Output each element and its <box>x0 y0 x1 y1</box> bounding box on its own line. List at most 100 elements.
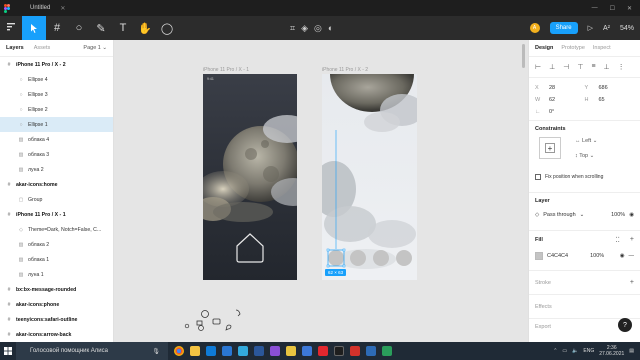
frame2-label[interactable]: iPhone 11 Pro / X - 2 <box>322 67 368 73</box>
layer-row[interactable]: # akar-icons:phone <box>0 297 113 312</box>
iphone-frame-1[interactable]: 9:41 <box>203 74 297 280</box>
tab-untitled[interactable]: Untitled ✕ <box>20 5 75 12</box>
python-icon[interactable] <box>286 346 296 356</box>
ellipse-4[interactable] <box>396 250 412 266</box>
layer-row[interactable]: # akar-icons:home <box>0 177 113 192</box>
remove-fill-icon[interactable]: — <box>629 253 635 259</box>
y-input[interactable]: 686 <box>599 85 608 91</box>
layer-row[interactable]: ○ Ellipse 1 <box>0 117 113 132</box>
layer-row[interactable]: # teenyicons:safari-outline <box>0 312 113 327</box>
constraint-horizontal[interactable]: ↔ Left ⌄ <box>575 138 597 144</box>
constraint-vertical[interactable]: ↕ Top ⌄ <box>575 153 594 159</box>
vs-icon[interactable] <box>270 346 280 356</box>
tab-assets[interactable]: Assets <box>34 45 51 51</box>
frame1-label[interactable]: iPhone 11 Pro / X - 1 <box>203 67 249 73</box>
layer-row[interactable]: ▨ облака 3 <box>0 147 113 162</box>
layer-row[interactable]: ○ Ellipse 3 <box>0 87 113 102</box>
fill-opacity[interactable]: 100% <box>590 253 604 259</box>
fill-swatch[interactable] <box>535 252 543 260</box>
layer-row[interactable]: # akar-icons:arrow-back <box>0 327 113 342</box>
photos-icon[interactable] <box>238 346 248 356</box>
tab-layers[interactable]: Layers <box>6 45 24 51</box>
share-button[interactable]: Share <box>549 22 578 34</box>
help-button[interactable]: ? <box>618 318 632 332</box>
taskbar-search[interactable]: Голосовой помощник Алиса 🎙 <box>16 342 168 360</box>
app-icon[interactable] <box>302 346 312 356</box>
clock[interactable]: 2:36 27.06.2021 <box>599 345 624 357</box>
font-check-label[interactable]: A² <box>603 25 610 32</box>
tab-inspect[interactable]: Inspect <box>593 45 611 51</box>
align-right-icon[interactable]: ⊣ <box>563 63 569 71</box>
maximize-icon[interactable]: ☐ <box>610 5 615 12</box>
tab-prototype[interactable]: Prototype <box>561 45 585 51</box>
layer-row[interactable]: ○ Ellipse 4 <box>0 72 113 87</box>
layer-row[interactable]: ▨ луна 2 <box>0 162 113 177</box>
layer-row[interactable]: ▨ облака 2 <box>0 237 113 252</box>
component-icon[interactable]: ◈ <box>301 23 308 34</box>
h-input[interactable]: 65 <box>599 97 605 103</box>
layer-row[interactable]: ○ Ellipse 2 <box>0 102 113 117</box>
volume-icon[interactable]: 🔈 <box>572 348 578 354</box>
window-close-icon[interactable]: ✕ <box>627 5 632 12</box>
home-icon[interactable] <box>236 233 264 263</box>
green-app-icon[interactable] <box>382 346 392 356</box>
chrome-icon[interactable] <box>174 346 184 356</box>
comment-tool-icon[interactable]: ◯ <box>156 16 178 40</box>
distribute-icon[interactable]: ⋮ <box>618 63 625 71</box>
align-middle-icon[interactable]: ≡ <box>591 63 595 71</box>
layer-row[interactable]: # iPhone 11 Pro / X - 1 <box>0 207 113 222</box>
layer-row[interactable]: ◇ Theme=Dark, Notch=False, C... <box>0 222 113 237</box>
mask-icon[interactable]: ◎ <box>314 23 322 34</box>
shape-tool-icon[interactable]: ○ <box>68 16 90 40</box>
hand-tool-icon[interactable]: ✋ <box>134 16 156 40</box>
tray-up-icon[interactable]: ⌃ <box>553 348 557 354</box>
align-bottom-icon[interactable]: ⊥ <box>604 63 610 71</box>
iphone-frame-2[interactable] <box>322 74 417 280</box>
eye-icon[interactable]: ◉ <box>629 212 634 218</box>
layer-row[interactable]: # iPhone 11 Pro / X - 2 <box>0 57 113 72</box>
fill-eye-icon[interactable]: ◉ <box>620 253 625 259</box>
yandex-icon[interactable] <box>318 346 328 356</box>
layer-row[interactable]: ▢ Group <box>0 192 113 207</box>
microphone-icon[interactable]: 🎙 <box>152 348 168 355</box>
layer-row[interactable]: ▨ луна 1 <box>0 267 113 282</box>
notifications-icon[interactable]: ▤ <box>629 348 634 354</box>
align-top-icon[interactable]: ⊤ <box>577 63 583 71</box>
ellipse-1[interactable] <box>328 250 344 266</box>
styles-icon[interactable]: ⁚⁚ <box>615 236 619 244</box>
blend-mode-select[interactable]: Pass through <box>543 212 575 218</box>
constraints-box[interactable]: + <box>539 137 561 159</box>
move-tool-icon[interactable] <box>22 16 46 40</box>
layer-row[interactable]: ▨ облака 1 <box>0 252 113 267</box>
add-fill-icon[interactable]: + <box>630 236 634 244</box>
figma-logo-icon[interactable] <box>0 3 14 13</box>
media-icon[interactable] <box>366 346 376 356</box>
minimize-icon[interactable]: — <box>592 5 598 12</box>
add-stroke-icon[interactable]: + <box>630 279 634 286</box>
ellipse-2[interactable] <box>350 250 366 266</box>
windows-start-icon[interactable] <box>0 347 16 355</box>
text-tool-icon[interactable]: T <box>112 16 134 40</box>
file-explorer-icon[interactable] <box>190 346 200 356</box>
word-icon[interactable] <box>254 346 264 356</box>
store-icon[interactable] <box>206 346 216 356</box>
x-input[interactable]: 28 <box>549 85 555 91</box>
zoom-level[interactable]: 54% <box>620 25 634 32</box>
align-left-icon[interactable]: ⊢ <box>535 63 541 71</box>
align-center-h-icon[interactable]: ⊥ <box>549 63 555 71</box>
w-input[interactable]: 62 <box>549 97 555 103</box>
layer-row[interactable]: # bx:bx-message-rounded <box>0 282 113 297</box>
red-app-icon[interactable] <box>350 346 360 356</box>
fill-hex[interactable]: C4C4C4 <box>547 253 568 259</box>
page-selector[interactable]: Page 1 ⌄ <box>83 45 107 51</box>
ellipse-3[interactable] <box>373 250 389 266</box>
close-tab-icon[interactable]: ✕ <box>60 5 65 12</box>
canvas[interactable]: iPhone 11 Pro / X - 1 iPhone 11 Pro / X … <box>115 40 527 342</box>
tab-design[interactable]: Design <box>535 45 553 51</box>
rotation-input[interactable]: 0° <box>549 109 554 115</box>
mail-icon[interactable] <box>222 346 232 356</box>
contrast-icon[interactable]: ◐ <box>328 23 333 33</box>
language-indicator[interactable]: ENG <box>583 348 594 354</box>
fix-position-checkbox[interactable] <box>535 174 541 180</box>
avatar[interactable]: A <box>529 23 540 33</box>
